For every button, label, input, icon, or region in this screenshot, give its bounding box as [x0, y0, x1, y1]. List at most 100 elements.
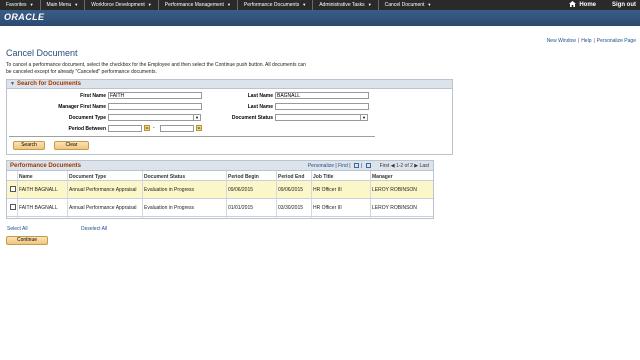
- nav-favorites-label: Favorites: [6, 2, 27, 8]
- cell-period-begin: 01/01/2015: [228, 205, 254, 211]
- first-name-label: First Name: [80, 93, 106, 99]
- personalize-page-link[interactable]: Personalize Page: [597, 38, 636, 44]
- continue-button[interactable]: Continue: [6, 236, 48, 245]
- nav-favorites[interactable]: Favorites ▼: [0, 0, 41, 10]
- separator: |: [577, 38, 580, 44]
- view-all-icon[interactable]: [353, 163, 359, 168]
- top-navigation-bar: Favorites ▼ Main Menu ▼ Workforce Developm…: [0, 0, 640, 10]
- period-between-label: Period Between: [68, 126, 106, 132]
- search-panel-header[interactable]: ▼ Search for Documents: [7, 80, 452, 89]
- search-button[interactable]: Search: [13, 141, 45, 150]
- column-divider: [370, 171, 371, 218]
- separator: |: [335, 163, 337, 169]
- page-range: 1-2 of 2: [395, 163, 413, 169]
- column-header-document-type[interactable]: Document Type: [69, 174, 106, 180]
- cell-name: FAITH BAGNALL: [19, 205, 58, 211]
- performance-documents-grid: Performance Documents Personalize | Find…: [6, 160, 434, 219]
- header-links: New Window | Help | Personalize Page: [547, 38, 636, 44]
- dropdown-arrow-icon: ▼: [360, 115, 367, 120]
- find-link[interactable]: Find: [338, 163, 348, 169]
- separator: |: [360, 163, 363, 169]
- previous-page-icon[interactable]: ◀: [391, 163, 395, 169]
- grid-title: Performance Documents: [10, 163, 82, 169]
- column-divider: [67, 171, 68, 218]
- manager-first-name-label: Manager First Name: [58, 104, 106, 110]
- last-page-link[interactable]: Last: [420, 163, 429, 169]
- breadcrumb-administrative-tasks[interactable]: Administrative Tasks ▼: [313, 0, 379, 10]
- grid-toolbar: Personalize | Find | | First ◀ 1-2 of 2 …: [308, 163, 429, 169]
- breadcrumb-label: Workforce Development: [91, 2, 145, 8]
- cell-manager: LEROY ROBINSON: [372, 187, 417, 193]
- calendar-icon[interactable]: 31: [144, 125, 150, 131]
- first-page-link[interactable]: First: [380, 163, 390, 169]
- period-end-input[interactable]: [160, 125, 194, 132]
- chevron-down-icon: ▼: [147, 2, 152, 7]
- chevron-down-icon: ▼: [29, 2, 34, 7]
- oracle-logo: ORACLE: [4, 12, 45, 22]
- download-icon[interactable]: [365, 163, 371, 168]
- column-header-document-status[interactable]: Document Status: [144, 174, 185, 180]
- first-name-input[interactable]: [108, 92, 202, 99]
- new-window-link[interactable]: New Window: [547, 38, 576, 44]
- column-header-name[interactable]: Name: [19, 174, 33, 180]
- page-instructions: To cancel a performance document, select…: [6, 62, 306, 75]
- cell-document-type: Annual Performance Appraisal: [69, 187, 137, 193]
- manager-last-name-label: Last Name: [247, 104, 273, 110]
- row-checkbox[interactable]: [10, 204, 16, 210]
- search-panel-title: Search for Documents: [16, 81, 81, 87]
- column-header-period-begin[interactable]: Period Begin: [228, 174, 259, 180]
- next-page-icon[interactable]: ▶: [414, 163, 418, 169]
- chevron-down-icon: ▼: [74, 2, 79, 7]
- column-divider: [276, 171, 277, 218]
- cell-job-title: HR Officer III: [313, 205, 342, 211]
- row-checkbox[interactable]: [10, 186, 16, 192]
- cell-document-status: Evaluation in Progress: [144, 187, 195, 193]
- breadcrumb-cancel-document[interactable]: Cancel Document ▼: [379, 0, 438, 10]
- cell-manager: LEROY ROBINSON: [372, 205, 417, 211]
- nav-right-links: Home Sign out: [553, 0, 636, 10]
- nav-main-menu-label: Main Menu: [46, 2, 72, 8]
- cell-document-status: Evaluation in Progress: [144, 205, 195, 211]
- manager-first-name-input[interactable]: [108, 103, 202, 110]
- calendar-icon[interactable]: 31: [196, 125, 202, 131]
- nav-main-menu[interactable]: Main Menu ▼: [41, 0, 86, 10]
- collapse-triangle-icon: ▼: [10, 81, 15, 87]
- help-link[interactable]: Help: [581, 38, 591, 44]
- document-type-label: Document Type: [68, 115, 106, 121]
- clear-button[interactable]: Clear: [54, 141, 89, 150]
- document-status-label: Document Status: [231, 115, 273, 121]
- last-name-input[interactable]: [275, 92, 369, 99]
- breadcrumb-label: Cancel Document: [384, 2, 425, 8]
- cell-period-end: 09/06/2015: [278, 187, 304, 193]
- separator: |: [349, 163, 351, 169]
- personalize-link[interactable]: Personalize: [308, 163, 334, 169]
- breadcrumb-workforce-development[interactable]: Workforce Development ▼: [85, 0, 159, 10]
- breadcrumb-performance-documents[interactable]: Performance Documents ▼: [238, 0, 314, 10]
- chevron-down-icon: ▼: [226, 2, 231, 7]
- column-divider: [17, 171, 18, 218]
- column-header-manager[interactable]: Manager: [372, 174, 393, 180]
- breadcrumb-label: Performance Management: [164, 2, 224, 8]
- home-label: Home: [579, 2, 596, 8]
- column-header-period-end[interactable]: Period End: [278, 174, 304, 180]
- select-all-link[interactable]: Select All: [7, 226, 28, 232]
- manager-last-name-input[interactable]: [275, 103, 369, 110]
- period-begin-input[interactable]: [108, 125, 142, 132]
- column-divider: [142, 171, 143, 218]
- deselect-all-link[interactable]: Deselect All: [81, 226, 107, 232]
- separator: |: [593, 38, 595, 44]
- column-divider: [226, 171, 227, 218]
- breadcrumb-performance-management[interactable]: Performance Management ▼: [159, 0, 238, 10]
- period-separator: -: [153, 125, 155, 131]
- chevron-down-icon: ▼: [427, 2, 432, 7]
- column-header-job-title[interactable]: Job Title: [313, 174, 333, 180]
- page-title: Cancel Document: [6, 48, 78, 58]
- cell-job-title: HR Officer III: [313, 187, 342, 193]
- document-status-select[interactable]: ▼: [275, 114, 368, 121]
- dropdown-arrow-icon: ▼: [193, 115, 200, 120]
- breadcrumb-label: Administrative Tasks: [319, 2, 365, 8]
- sign-out-link[interactable]: Sign out: [612, 0, 636, 10]
- document-type-select[interactable]: ▼: [108, 114, 201, 121]
- home-link[interactable]: Home: [569, 0, 596, 10]
- divider: [9, 136, 375, 137]
